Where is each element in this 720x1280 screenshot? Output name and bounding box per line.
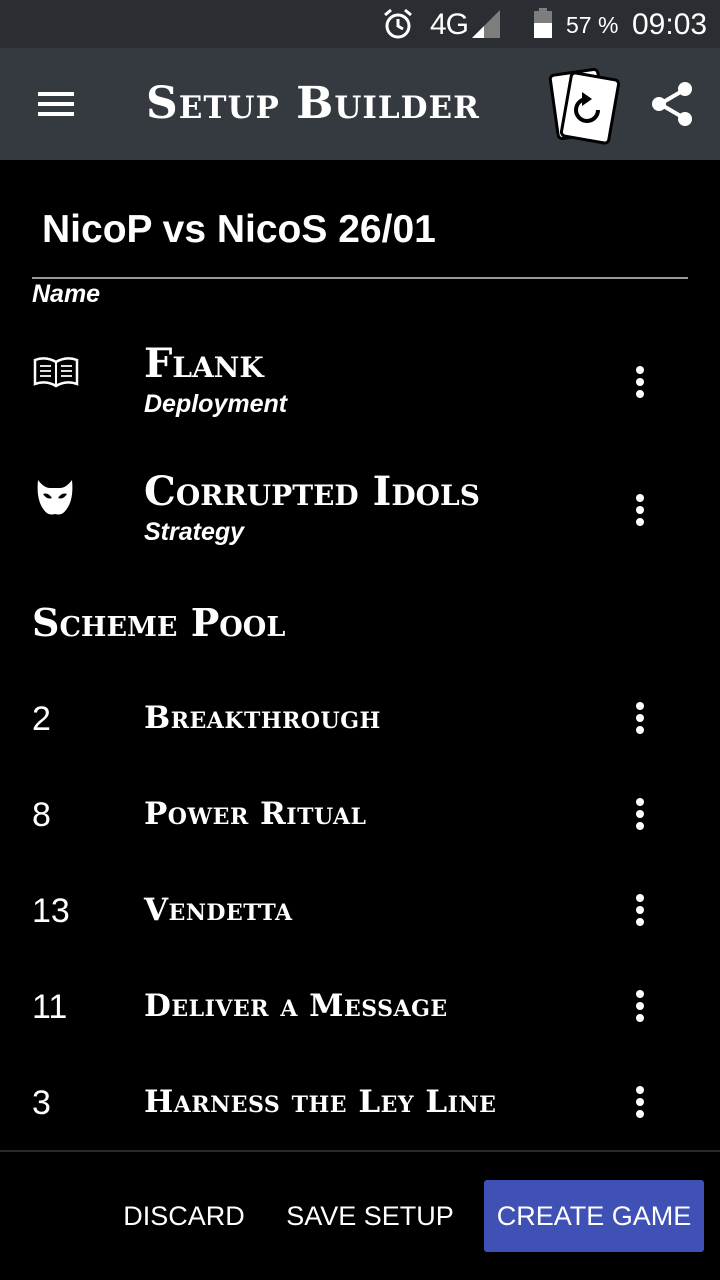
scheme-number: 3 xyxy=(32,1084,51,1122)
strategy-row[interactable]: Corrupted Idols Strategy xyxy=(0,466,720,562)
scheme-name: Harness the Ley Line xyxy=(144,1084,497,1120)
scheme-more-icon[interactable] xyxy=(624,1080,656,1124)
strategy-more-icon[interactable] xyxy=(624,488,656,532)
scheme-name: Deliver a Message xyxy=(144,988,448,1024)
scheme-row[interactable]: 3 Harness the Ley Line xyxy=(0,1084,720,1128)
battery-percent: 57 % xyxy=(566,12,619,38)
bottom-divider xyxy=(0,1150,720,1152)
save-setup-button[interactable]: SAVE SETUP xyxy=(280,1180,460,1252)
setup-name-field[interactable]: NicoP vs NicoS 26/01 xyxy=(42,208,436,252)
scheme-name: Breakthrough xyxy=(144,700,381,736)
page-title: Setup Builder xyxy=(146,78,480,129)
menu-icon[interactable] xyxy=(30,84,82,124)
open-book-icon xyxy=(33,357,79,388)
scheme-more-icon[interactable] xyxy=(624,984,656,1028)
scheme-more-icon[interactable] xyxy=(624,696,656,740)
clock: 09:03 xyxy=(632,8,708,41)
signal-icon xyxy=(472,10,500,38)
create-game-button[interactable]: CREATE GAME xyxy=(484,1180,704,1252)
discard-button[interactable]: DISCARD xyxy=(116,1180,252,1252)
card-swap-icon[interactable] xyxy=(548,66,624,146)
scheme-more-icon[interactable] xyxy=(624,888,656,932)
scheme-row[interactable]: 13 Vendetta xyxy=(0,892,720,936)
mask-icon xyxy=(37,480,73,515)
scheme-number: 11 xyxy=(32,988,68,1026)
strategy-title: Corrupted Idols xyxy=(144,468,480,515)
network-type: 4G xyxy=(430,8,469,41)
battery-icon xyxy=(534,8,552,38)
name-label: Name xyxy=(32,280,101,308)
scheme-more-icon[interactable] xyxy=(624,792,656,836)
scheme-number: 13 xyxy=(32,892,70,930)
scheme-name: Vendetta xyxy=(144,892,293,928)
input-underline xyxy=(32,277,688,279)
share-icon[interactable] xyxy=(648,80,696,128)
status-bar: 4G 57 % 09:03 xyxy=(0,0,720,48)
deployment-more-icon[interactable] xyxy=(624,360,656,404)
strategy-subtitle: Strategy xyxy=(144,518,245,546)
scheme-number: 8 xyxy=(32,796,51,834)
deployment-subtitle: Deployment xyxy=(144,390,288,418)
scheme-pool-heading: Scheme Pool xyxy=(32,600,286,645)
scheme-row[interactable]: 11 Deliver a Message xyxy=(0,988,720,1032)
scheme-row[interactable]: 2 Breakthrough xyxy=(0,700,720,744)
alarm-clock-icon xyxy=(384,8,412,39)
app-bar: Setup Builder xyxy=(0,48,720,160)
scheme-number: 2 xyxy=(32,700,51,738)
scheme-name: Power Ritual xyxy=(144,796,367,832)
scheme-row[interactable]: 8 Power Ritual xyxy=(0,796,720,840)
deployment-row[interactable]: Flank Deployment xyxy=(0,336,720,432)
deployment-title: Flank xyxy=(144,340,264,387)
